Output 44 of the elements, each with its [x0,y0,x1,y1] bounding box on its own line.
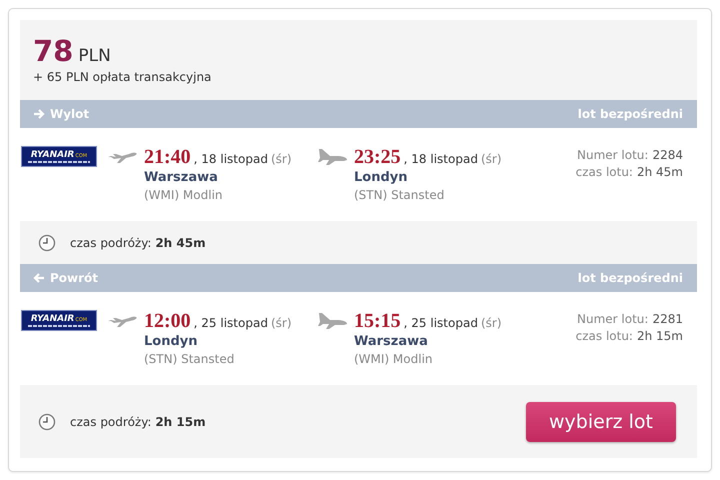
city: Warszawa [144,170,219,185]
direct-flight-label: lot bezpośredni [578,106,683,121]
time: 23:25 [354,146,401,169]
date: , 25 listopad [194,316,268,330]
flight-number-label: Numer lotu: [577,312,648,326]
section-title: Wylot [50,106,90,121]
flight-time: 2h 45m [636,164,683,179]
airport: (WMI) Modlin [354,352,434,366]
arrow-right-icon [33,108,45,120]
clock-icon [38,412,56,431]
clock-icon [38,234,56,252]
arrow-left-icon [33,272,45,284]
airplane-icon [317,148,349,166]
price: 78 [33,34,74,68]
airplane-icon [317,312,349,330]
travel-time: czas podróży: 2h 15m [70,414,206,429]
weekday: (śr) [270,316,292,330]
weekday: (śr) [480,152,502,166]
airport: (STN) Stansted [354,188,446,202]
flight-number-label: Numer lotu: [577,148,648,162]
time: 21:40 [144,146,191,169]
airport: (WMI) Modlin [144,188,224,202]
direct-flight-label: lot bezpośredni [578,270,683,285]
time: 15:15 [354,310,401,333]
currency: PLN [78,46,111,66]
time: 12:00 [144,310,191,333]
travel-time: czas podróży: 2h 45m [70,236,206,250]
airport: (STN) Stansted [144,352,236,366]
date: , 18 listopad [404,152,478,166]
select-flight-button[interactable]: wybierz lot [526,402,676,442]
flight-number: 2281 [652,312,683,326]
date: , 25 listopad [404,316,478,330]
city: Londyn [354,170,409,185]
weekday: (śr) [270,152,292,166]
section-title: Powrót [50,270,98,285]
flight-time-label: czas lotu: [576,328,633,343]
date: , 18 listopad [194,152,268,166]
flight-time-label: czas lotu: [576,164,633,179]
fee-text: + 65 PLN opłata transakcyjna [33,70,212,84]
flight-number: 2284 [652,148,683,162]
city: Warszawa [354,334,429,349]
flight-time: 2h 15m [636,328,683,343]
city: Londyn [144,334,199,349]
weekday: (śr) [480,316,502,330]
